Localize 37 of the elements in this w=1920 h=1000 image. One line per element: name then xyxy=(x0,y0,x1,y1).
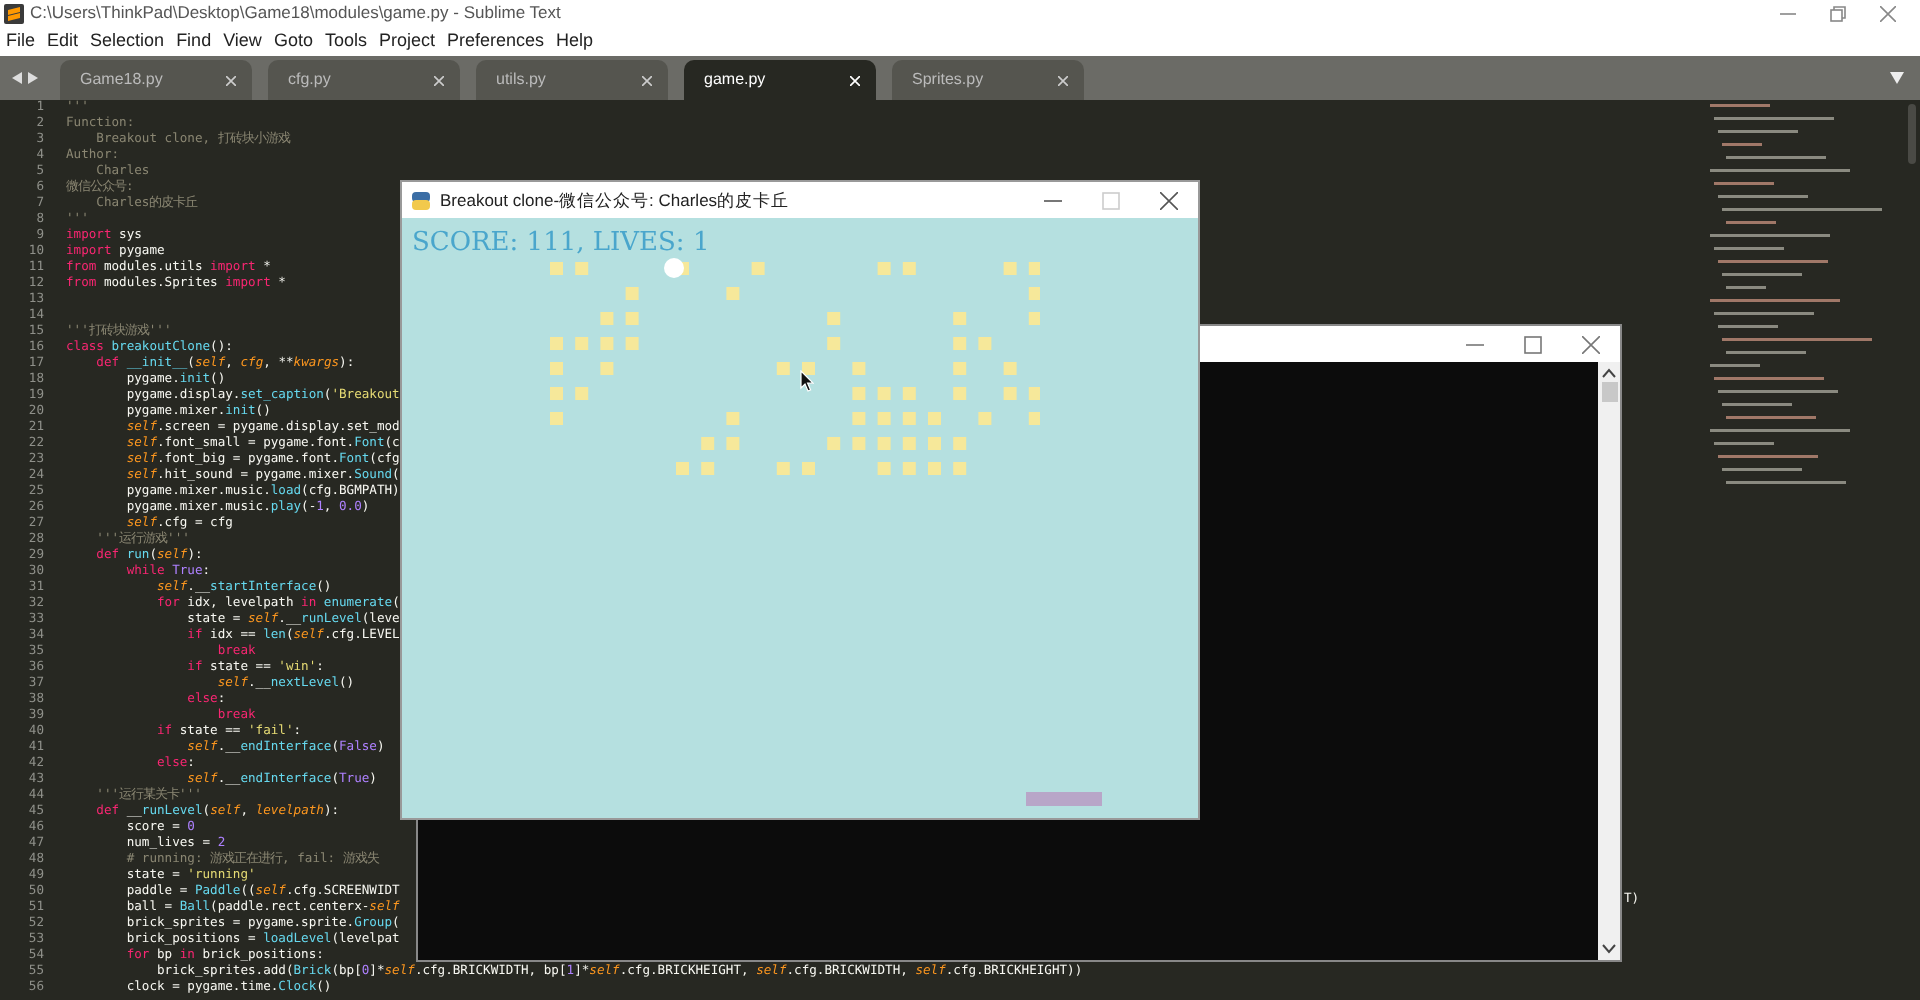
file-tab[interactable]: cfg.py xyxy=(268,60,460,100)
menu-item[interactable]: Tools xyxy=(324,27,367,55)
close-icon[interactable] xyxy=(1160,191,1178,209)
menu-item[interactable]: File xyxy=(6,27,36,55)
maximize-icon[interactable] xyxy=(1524,335,1542,353)
dropdown-icon[interactable] xyxy=(1890,72,1904,84)
menu-item[interactable]: Goto xyxy=(273,27,313,55)
right-arrow-icon[interactable] xyxy=(28,72,38,84)
tab-label: utils.py xyxy=(496,68,546,92)
file-tab[interactable]: game.py xyxy=(684,60,876,100)
menu-item[interactable]: View xyxy=(223,27,262,55)
menu-item[interactable]: Project xyxy=(378,27,435,55)
paddle xyxy=(1026,792,1102,806)
left-arrow-icon[interactable] xyxy=(12,72,22,84)
score-text: SCORE: 111, LIVES: 1 xyxy=(412,230,710,258)
tab-label: cfg.py xyxy=(288,68,331,92)
app-logo-icon xyxy=(4,3,24,23)
tab-label: game.py xyxy=(704,68,766,92)
scroll-up-icon[interactable] xyxy=(1602,368,1616,378)
file-tab[interactable]: Sprites.py xyxy=(892,60,1084,100)
menu-item[interactable]: Find xyxy=(176,27,212,55)
restore-icon[interactable] xyxy=(1830,5,1846,21)
menu-item[interactable]: Selection xyxy=(90,27,165,55)
scrollbar[interactable] xyxy=(1598,362,1620,960)
menu-item[interactable]: Help xyxy=(556,27,594,55)
scroll-thumb[interactable] xyxy=(1601,382,1617,402)
file-tab[interactable]: Game18.py xyxy=(60,60,252,100)
tab-label: Game18.py xyxy=(80,68,163,92)
scrollbar[interactable] xyxy=(1908,104,1916,164)
mouse-cursor-icon xyxy=(800,370,814,392)
window-title: Breakout clone-微信公众号: Charles的皮卡丘 xyxy=(440,187,790,213)
scroll-down-icon[interactable] xyxy=(1602,944,1616,954)
menu-item[interactable]: Preferences xyxy=(446,27,545,55)
file-tab[interactable]: utils.py xyxy=(476,60,668,100)
menu-item[interactable]: Edit xyxy=(47,27,79,55)
window-title: C:\Users\ThinkPad\Desktop\Game18\modules\game.py - Sublime Text xyxy=(30,4,561,22)
tab-label: Sprites.py xyxy=(912,68,984,92)
